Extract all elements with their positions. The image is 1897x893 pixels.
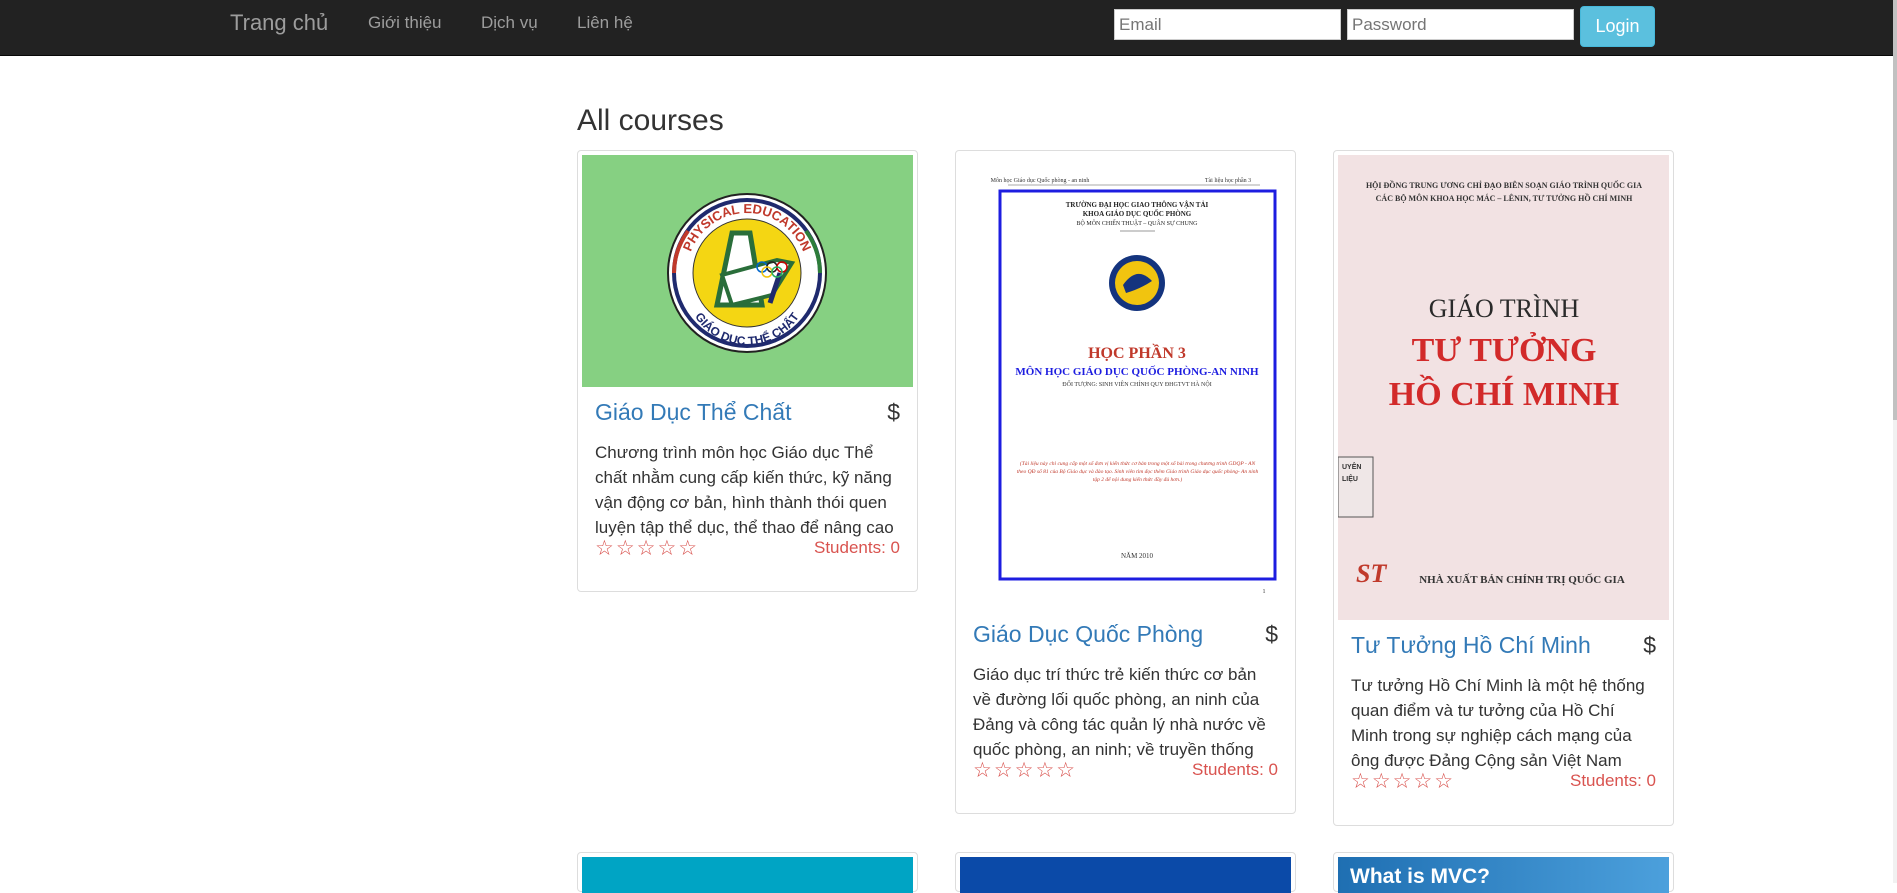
nav-link-contact[interactable]: Liên hệ [577, 13, 633, 33]
course-price: $ [887, 399, 900, 425]
navbar: Trang chủ Giới thiệu Dịch vụ Liên hệ Log… [0, 0, 1893, 56]
student-count: Students: 0 [1569, 771, 1656, 790]
svg-text:Tài liệu học phần 3: Tài liệu học phần 3 [1205, 177, 1251, 184]
course-title-link[interactable]: Giáo Dục Quốc Phòng [973, 621, 1203, 648]
svg-text:BỘ MÔN CHIẾN THUẬT – QUÂN SỰ C: BỘ MÔN CHIẾN THUẬT – QUÂN SỰ CHUNG [1077, 219, 1199, 227]
course-image-ho-chi-minh-thought[interactable]: HỘI ĐỒNG TRUNG ƯƠNG CHỈ ĐẠO BIÊN SOẠN GI… [1338, 155, 1669, 620]
svg-text:LIỆU: LIỆU [1342, 474, 1358, 483]
national-defense-cover-image: Môn học Giáo dục Quốc phòng - an ninh Tà… [991, 177, 1277, 595]
course-card-physical-education: PHYSICAL EDUCATION GIÁO DỤC THỂ CHẤT Giá… [577, 150, 918, 592]
course-title-link[interactable]: Giáo Dục Thể Chất [595, 399, 791, 426]
course-price: $ [1643, 632, 1656, 658]
student-count: Students: 0 [1191, 760, 1278, 779]
password-input[interactable] [1347, 9, 1574, 40]
course-description: Tư tưởng Hồ Chí Minh là một hệ thống qua… [1351, 676, 1645, 770]
mvc-banner-text: What is MVC? [1350, 865, 1490, 888]
svg-text:HỒ CHÍ MINH: HỒ CHÍ MINH [1389, 374, 1619, 413]
course-caption: Giáo Dục Quốc Phòng $ Giáo dục trí thức … [960, 609, 1291, 782]
ho-chi-minh-thought-cover-image: HỘI ĐỒNG TRUNG ƯƠNG CHỈ ĐẠO BIÊN SOẠN GI… [1338, 155, 1669, 620]
svg-text:1: 1 [1263, 589, 1266, 595]
course-card-ho-chi-minh-thought: HỘI ĐỒNG TRUNG ƯƠNG CHỈ ĐẠO BIÊN SOẠN GI… [1333, 150, 1674, 826]
course-description: Giáo dục trí thức trẻ kiến thức cơ bản v… [973, 665, 1266, 759]
svg-text:HỌC PHẦN 3: HỌC PHẦN 3 [1088, 343, 1186, 362]
svg-text:ĐỐI TƯỢNG: SINH VIÊN CHÍNH QUY: ĐỐI TƯỢNG: SINH VIÊN CHÍNH QUY ĐHGTVT HÀ… [1062, 380, 1211, 388]
brand-link[interactable]: Trang chủ [230, 10, 328, 36]
login-button[interactable]: Login [1580, 6, 1655, 47]
svg-text:HỘI ĐỒNG TRUNG ƯƠNG CHỈ ĐẠO BI: HỘI ĐỒNG TRUNG ƯƠNG CHỈ ĐẠO BIÊN SOẠN GI… [1366, 180, 1642, 190]
course-title-link[interactable]: Tư Tưởng Hồ Chí Minh [1351, 632, 1591, 659]
svg-text:ST: ST [1356, 559, 1387, 588]
physical-education-logo-icon: PHYSICAL EDUCATION GIÁO DỤC THỂ CHẤT [667, 193, 827, 353]
course-caption: Giáo Dục Thể Chất $ Chương trình môn học… [582, 387, 913, 560]
student-count: Students: 0 [813, 538, 900, 557]
course-price: $ [1265, 621, 1278, 647]
course-card-national-defense: Môn học Giáo dục Quốc phòng - an ninh Tà… [955, 150, 1296, 814]
email-input[interactable] [1114, 9, 1341, 40]
course-card-row2-2 [955, 852, 1296, 893]
course-image-physical-education[interactable]: PHYSICAL EDUCATION GIÁO DỤC THỂ CHẤT [582, 155, 913, 387]
nav-link-about[interactable]: Giới thiệu [368, 13, 442, 33]
page-title: All courses [577, 104, 724, 137]
course-card-row2-1 [577, 852, 918, 893]
svg-text:UYÊN: UYÊN [1342, 462, 1361, 471]
course-image[interactable] [960, 857, 1291, 893]
course-image[interactable] [582, 857, 913, 893]
rating-stars-icon[interactable]: ☆☆☆☆☆ [1351, 769, 1455, 793]
svg-text:KHOA GIÁO DỤC QUỐC PHÒNG: KHOA GIÁO DỤC QUỐC PHÒNG [1083, 210, 1192, 218]
svg-text:NĂM 2010: NĂM 2010 [1121, 552, 1154, 560]
svg-text:Môn học Giáo dục Quốc phòng -: Môn học Giáo dục Quốc phòng - an ninh [991, 177, 1090, 184]
course-description: Chương trình môn học Giáo dục Thể chất n… [595, 443, 894, 537]
scrollbar-thumb[interactable] [1893, 0, 1897, 420]
svg-text:CÁC BỘ MÔN KHOA HỌC MÁC – LÊNI: CÁC BỘ MÔN KHOA HỌC MÁC – LÊNIN, TƯ TƯỞN… [1376, 193, 1633, 203]
course-card-row2-3: What is MVC? [1333, 852, 1674, 893]
svg-text:MÔN HỌC GIÁO DỤC QUỐC PHÒNG-AN: MÔN HỌC GIÁO DỤC QUỐC PHÒNG-AN NINH [1015, 365, 1259, 378]
course-image-national-defense[interactable]: Môn học Giáo dục Quốc phòng - an ninh Tà… [960, 155, 1291, 609]
nav-link-services[interactable]: Dịch vụ [481, 13, 538, 33]
svg-text:GIÁO TRÌNH: GIÁO TRÌNH [1429, 294, 1580, 323]
course-caption: Tư Tưởng Hồ Chí Minh $ Tư tưởng Hồ Chí M… [1338, 620, 1669, 793]
svg-text:TRƯỜNG ĐẠI HỌC GIAO THÔNG VẬN: TRƯỜNG ĐẠI HỌC GIAO THÔNG VẬN TẢI [1066, 201, 1209, 209]
vertical-scrollbar[interactable] [1893, 0, 1897, 883]
rating-stars-icon[interactable]: ☆☆☆☆☆ [595, 536, 699, 560]
course-image[interactable]: What is MVC? [1338, 857, 1669, 893]
rating-stars-icon[interactable]: ☆☆☆☆☆ [973, 758, 1077, 782]
svg-text:TƯ TƯỞNG: TƯ TƯỞNG [1412, 331, 1597, 369]
svg-text:NHÀ XUẤT BẢN CHÍNH TRỊ QUỐC GI: NHÀ XUẤT BẢN CHÍNH TRỊ QUỐC GIA [1419, 573, 1625, 586]
